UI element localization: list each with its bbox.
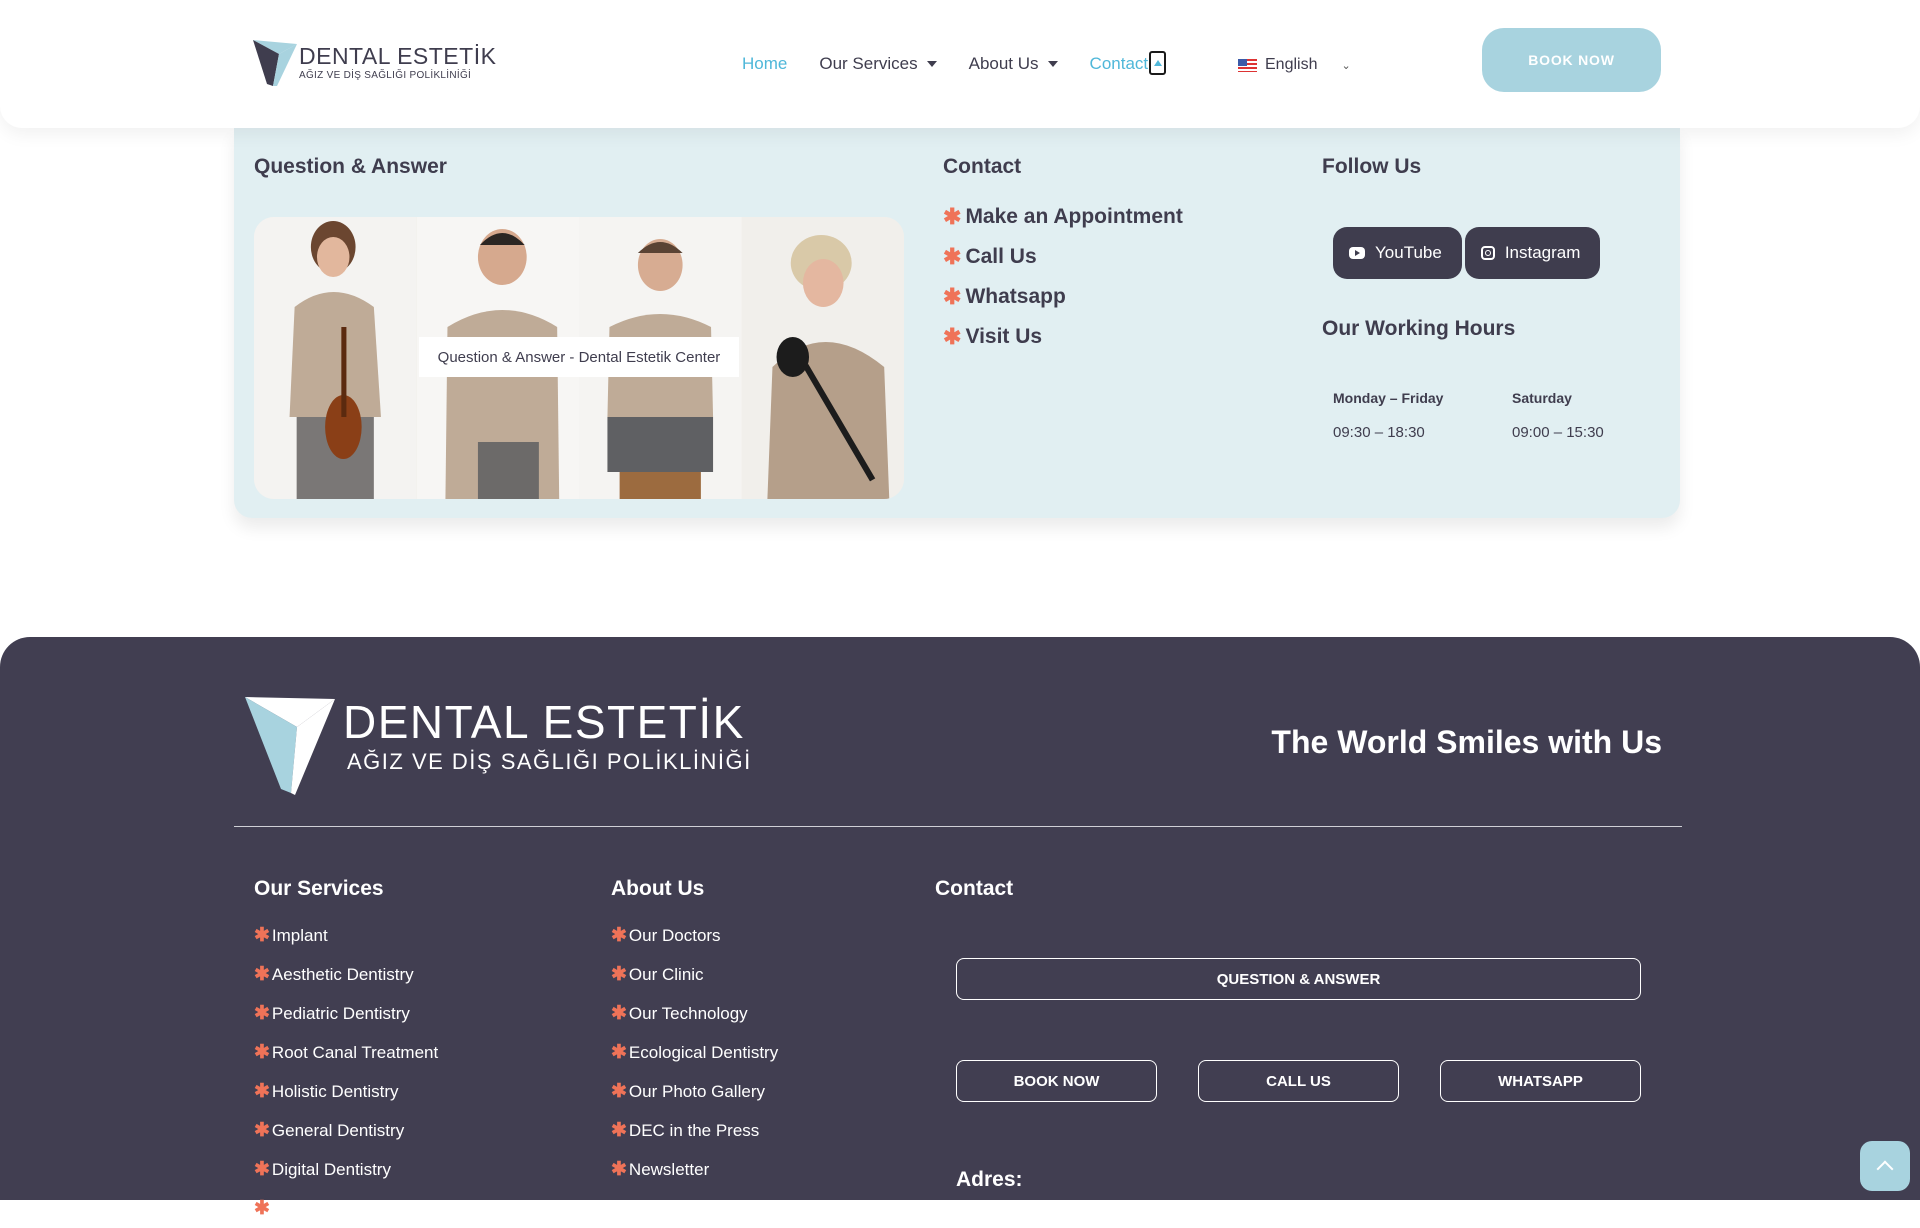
asterisk-icon: ✱ xyxy=(943,284,962,309)
footer-link-our-technology[interactable]: ✱ Our Technology xyxy=(611,994,778,1033)
footer-link-prosthetic-dentistry[interactable]: ✱ Prosthetic Dentistry xyxy=(254,1189,438,1228)
instagram-button[interactable]: Instagram xyxy=(1464,227,1601,279)
asterisk-icon: ✱ xyxy=(254,1120,270,1141)
chevron-up-icon xyxy=(1876,1160,1894,1178)
asterisk-icon: ✱ xyxy=(254,1003,270,1024)
main-nav: Home Our Services About Us Contact xyxy=(742,51,1198,76)
qa-banner-caption: Question & Answer - Dental Estetik Cente… xyxy=(419,337,739,377)
contact-call-us[interactable]: ✱ Call Us xyxy=(943,237,1183,277)
footer-link-aesthetic-dentistry[interactable]: ✱ Aesthetic Dentistry xyxy=(254,955,438,994)
footer-call-us-button[interactable]: CALL US xyxy=(1198,1060,1399,1102)
footer-link-our-doctors[interactable]: ✱ Our Doctors xyxy=(611,916,778,955)
asterisk-icon: ✱ xyxy=(611,1159,627,1180)
caret-down-icon xyxy=(926,61,937,67)
footer-about-title: About Us xyxy=(611,877,705,900)
footer-contact-title: Contact xyxy=(935,877,1014,900)
working-hours-title: Our Working Hours xyxy=(1322,317,1516,340)
footer-services-list: ✱ Implant ✱ Aesthetic Dentistry ✱ Pediatric… xyxy=(254,916,438,1228)
footer-link-digital-dentistry[interactable]: ✱ Digital Dentistry xyxy=(254,1150,438,1189)
asterisk-icon: ✱ xyxy=(943,324,962,349)
footer-link-root-canal-treatment[interactable]: ✱ Root Canal Treatment xyxy=(254,1033,438,1072)
footer-services-title: Our Services xyxy=(254,877,384,900)
asterisk-icon: ✱ xyxy=(254,1042,270,1063)
asterisk-icon: ✱ xyxy=(254,964,270,985)
footer-whatsapp-button[interactable]: WHATSAPP xyxy=(1440,1060,1641,1102)
asterisk-icon: ✱ xyxy=(254,1159,270,1180)
follow-us-title: Follow Us xyxy=(1322,155,1422,178)
asterisk-icon: ✱ xyxy=(611,1042,627,1063)
footer-link-ecological-dentistry[interactable]: ✱ Ecological Dentistry xyxy=(611,1033,778,1072)
youtube-button[interactable]: YouTube xyxy=(1333,227,1462,279)
contact-section-title: Contact xyxy=(943,155,1022,178)
asterisk-icon: ✱ xyxy=(611,1120,627,1141)
hours-time-weekdays: 09:30 – 18:30 xyxy=(1333,424,1425,441)
us-flag-icon xyxy=(1238,58,1257,72)
nav-about-us[interactable]: About Us xyxy=(969,54,1058,74)
nav-contact[interactable]: Contact xyxy=(1090,51,1167,76)
logo-title: DENTAL ESTETİK xyxy=(299,43,497,69)
footer-link-our-clinic[interactable]: ✱ Our Clinic xyxy=(611,955,778,994)
contact-menu-list: ✱ Make an Appointment ✱ Call Us ✱ Whatsapp … xyxy=(943,197,1183,357)
contact-mega-menu: Question & Answer Question & Answer - De… xyxy=(234,128,1680,518)
footer-link-general-dentistry[interactable]: ✱ General Dentistry xyxy=(254,1111,438,1150)
asterisk-icon: ✱ xyxy=(611,1081,627,1102)
asterisk-icon: ✱ xyxy=(943,244,962,269)
footer-book-now-button[interactable]: BOOK NOW xyxy=(956,1060,1157,1102)
caret-down-icon xyxy=(1047,61,1058,67)
hours-day-weekdays: Monday – Friday xyxy=(1333,390,1444,406)
footer-link-newsletter[interactable]: ✱ Newsletter xyxy=(611,1150,778,1189)
contact-whatsapp[interactable]: ✱ Whatsapp xyxy=(943,277,1183,317)
site-header: DENTAL ESTETİK AĞIZ VE DİŞ SAĞLIĞI POLİK… xyxy=(0,0,1920,128)
site-logo[interactable]: DENTAL ESTETİK AĞIZ VE DİŞ SAĞLIĞI POLİK… xyxy=(253,40,496,86)
youtube-icon xyxy=(1349,247,1365,259)
language-label: English xyxy=(1265,56,1318,73)
question-answer-button[interactable]: QUESTION & ANSWER xyxy=(956,958,1641,1000)
asterisk-icon: ✱ xyxy=(254,1081,270,1102)
contact-make-appointment[interactable]: ✱ Make an Appointment xyxy=(943,197,1183,237)
qa-banner-image[interactable]: Question & Answer - Dental Estetik Cente… xyxy=(254,217,904,499)
hours-day-saturday: Saturday xyxy=(1512,390,1572,406)
doctor-photo xyxy=(254,217,417,499)
qa-section-title: Question & Answer xyxy=(254,155,447,178)
footer-logo[interactable]: DENTAL ESTETİK AĞIZ VE DİŞ SAĞLIĞI POLİK… xyxy=(245,697,752,797)
hours-time-saturday: 09:00 – 15:30 xyxy=(1512,424,1604,441)
footer-tagline: The World Smiles with Us xyxy=(1271,724,1662,760)
book-now-button[interactable]: BOOK NOW xyxy=(1482,28,1661,92)
footer-link-photo-gallery[interactable]: ✱ Our Photo Gallery xyxy=(611,1072,778,1111)
chevron-down-icon: ⌄ xyxy=(1341,59,1351,72)
social-links: YouTube Instagram xyxy=(1333,227,1603,279)
logo-mark-icon xyxy=(245,697,335,795)
footer-link-pediatric-dentistry[interactable]: ✱ Pediatric Dentistry xyxy=(254,994,438,1033)
site-footer: DENTAL ESTETİK AĞIZ VE DİŞ SAĞLIĞI POLİK… xyxy=(0,637,1920,1219)
asterisk-icon: ✱ xyxy=(611,925,627,946)
contact-visit-us[interactable]: ✱ Visit Us xyxy=(943,317,1183,357)
nav-our-services[interactable]: Our Services xyxy=(819,54,937,74)
footer-about-list: ✱ Our Doctors ✱ Our Clinic ✱ Our Technology… xyxy=(611,916,778,1189)
scroll-to-top-button[interactable] xyxy=(1860,1141,1910,1191)
chevron-up-icon[interactable] xyxy=(1149,51,1167,75)
footer-logo-title: DENTAL ESTETİK xyxy=(343,696,745,748)
logo-subtitle: AĞIZ VE DİŞ SAĞLIĞI POLİKLİNİĞİ xyxy=(299,70,472,81)
asterisk-icon: ✱ xyxy=(943,204,962,229)
instagram-icon xyxy=(1480,246,1495,260)
asterisk-icon: ✱ xyxy=(254,1198,270,1219)
logo-mark-icon xyxy=(253,40,297,86)
doctor-photo xyxy=(741,217,904,499)
asterisk-icon: ✱ xyxy=(254,925,270,946)
footer-logo-subtitle: AĞIZ VE DİŞ SAĞLIĞI POLİKLİNİĞİ xyxy=(347,749,752,774)
asterisk-icon: ✱ xyxy=(611,964,627,985)
address-title: Adres: xyxy=(956,1168,1023,1191)
footer-link-implant[interactable]: ✱ Implant xyxy=(254,916,438,955)
footer-divider xyxy=(234,826,1682,827)
nav-home[interactable]: Home xyxy=(742,54,787,74)
footer-link-holistic-dentistry[interactable]: ✱ Holistic Dentistry xyxy=(254,1072,438,1111)
footer-link-dec-in-press[interactable]: ✱ DEC in the Press xyxy=(611,1111,778,1150)
language-select[interactable]: English ⌄ xyxy=(1238,56,1351,74)
asterisk-icon: ✱ xyxy=(611,1003,627,1024)
